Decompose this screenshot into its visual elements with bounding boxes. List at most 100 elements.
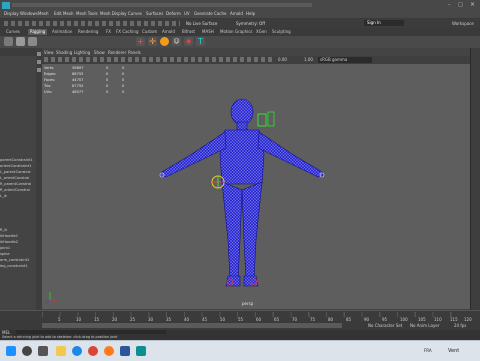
- tab-fx[interactable]: FX: [104, 29, 113, 35]
- outliner-item[interactable]: orientConstraint1: [0, 164, 32, 168]
- range-slider: No Character Set No Anim Layer 24 fps: [0, 322, 480, 330]
- anim-layer-dropdown[interactable]: No Anim Layer: [410, 323, 439, 328]
- status-line: No Live Surface Symmetry: Off Sign In Wo…: [0, 19, 480, 28]
- explorer-icon[interactable]: [56, 346, 66, 356]
- sign-in-dropdown[interactable]: Sign In: [364, 20, 404, 26]
- tab-mash[interactable]: MASH: [200, 29, 216, 35]
- outliner-item[interactable]: R_ik: [0, 228, 7, 232]
- taskview-icon[interactable]: [38, 346, 48, 356]
- symmetry-label[interactable]: Symmetry: Off: [236, 21, 265, 26]
- firefox-icon[interactable]: [104, 346, 114, 356]
- joint-tool-icon[interactable]: [4, 37, 13, 46]
- outliner-item[interactable]: arm_constraint1: [0, 258, 29, 262]
- menu-edit-mesh[interactable]: Edit Mesh: [54, 11, 74, 16]
- tab-arnold[interactable]: Arnold: [160, 29, 177, 35]
- menu-help[interactable]: Help: [246, 11, 255, 16]
- outliner-item[interactable]: L_parentConstrai: [0, 170, 31, 174]
- outliner-item[interactable]: ikHandle1: [0, 234, 18, 238]
- viewport-menu-show[interactable]: Show: [94, 50, 105, 55]
- channel-box-panel[interactable]: [470, 48, 480, 310]
- tab-rendering[interactable]: Rendering: [76, 29, 100, 35]
- windows-icon[interactable]: [6, 346, 16, 356]
- grid-axis-icon: [45, 292, 58, 305]
- outliner-item[interactable]: parentConstraint1: [0, 158, 33, 162]
- outliner-item[interactable]: spine: [0, 252, 10, 256]
- outliner-item[interactable]: joint1: [0, 246, 10, 250]
- outliner-item[interactable]: R_parentConstrai: [0, 182, 31, 186]
- menu-curves[interactable]: Curves: [128, 11, 142, 16]
- ik-spline-icon[interactable]: [28, 37, 37, 46]
- menu-surfaces[interactable]: Surfaces: [146, 11, 163, 16]
- command-input[interactable]: [16, 330, 166, 334]
- move-tool-icon[interactable]: [37, 60, 41, 64]
- menu-arnold[interactable]: Arnold: [230, 11, 243, 16]
- color-space-dropdown[interactable]: sRGB gamma: [318, 57, 372, 63]
- character-set-dropdown[interactable]: No Character Set: [368, 323, 402, 328]
- outliner-item[interactable]: L_ik: [0, 194, 7, 198]
- locator-icon[interactable]: +: [136, 37, 145, 46]
- skin-weights-icon[interactable]: ◉: [184, 37, 193, 46]
- bind-skin-icon[interactable]: ☺: [172, 37, 181, 46]
- viewport-menu-panels[interactable]: Panels: [128, 50, 141, 55]
- windows-taskbar: Vent FRA: [0, 340, 480, 361]
- tab-sculpting[interactable]: Sculpting: [270, 29, 293, 35]
- tab-curves[interactable]: Curves: [4, 29, 22, 35]
- edge-icon[interactable]: [72, 346, 82, 356]
- outliner-item[interactable]: ikHandle2: [0, 240, 18, 244]
- viewport-menu-lighting[interactable]: Lighting: [74, 50, 90, 55]
- viewport-menu-renderer[interactable]: Renderer: [108, 50, 126, 55]
- search-icon[interactable]: [22, 346, 32, 356]
- command-line: MEL Select a skinning joint to add to sk…: [0, 330, 480, 340]
- outliner-header: [0, 48, 36, 56]
- character-body: [159, 98, 325, 287]
- menu-display[interactable]: Display: [4, 11, 19, 16]
- menu-mesh[interactable]: Mesh: [38, 11, 49, 16]
- maya-logo-icon: [2, 2, 10, 9]
- main-menubar: – □ × Display Windows Mesh Edit Mesh Mes…: [0, 0, 480, 19]
- window-close-icon[interactable]: ×: [470, 1, 475, 8]
- menu-deform[interactable]: Deform: [166, 11, 181, 16]
- viewport-toolbar-icons[interactable]: [44, 57, 274, 62]
- camera-label: persp: [242, 301, 254, 306]
- workspace-label[interactable]: Workspace: [452, 21, 474, 26]
- no-live-surface-label[interactable]: No Live Surface: [186, 21, 217, 26]
- maya-icon[interactable]: [136, 346, 146, 356]
- tab-motion-graphics[interactable]: Motion Graphics: [218, 29, 255, 35]
- tab-custom[interactable]: Custom: [140, 29, 159, 35]
- menu-uv[interactable]: UV: [184, 11, 190, 16]
- menu-windows[interactable]: Windows: [20, 11, 38, 16]
- viewport-panel-menu: View Shading Lighting Show Renderer Pane…: [42, 48, 470, 56]
- ik-handle-icon[interactable]: [16, 37, 25, 46]
- hik-icon[interactable]: T: [196, 37, 205, 46]
- range-bar[interactable]: [42, 323, 342, 328]
- rotate-tool-icon[interactable]: [37, 68, 41, 72]
- word-icon[interactable]: [120, 346, 130, 356]
- character-mesh-wireframe[interactable]: [42, 64, 470, 309]
- tab-animation[interactable]: Animation: [50, 29, 74, 35]
- fps-dropdown[interactable]: 24 fps: [454, 323, 466, 328]
- weather-text[interactable]: Vent: [448, 348, 459, 354]
- cluster-icon[interactable]: ✛: [148, 37, 157, 46]
- tab-rigging[interactable]: Rigging: [28, 29, 48, 35]
- tab-fx-caching[interactable]: FX Caching: [114, 29, 140, 35]
- perspective-viewport[interactable]: Verts: 39697 0 0 Edges: 88755 0 0 Faces:…: [42, 64, 470, 309]
- gamma-field[interactable]: 1.00: [304, 57, 313, 62]
- chrome-icon[interactable]: [88, 346, 98, 356]
- viewport-menu-view[interactable]: View: [44, 50, 54, 55]
- outliner-item[interactable]: leg_constraint1: [0, 264, 28, 268]
- menu-mesh-tools[interactable]: Mesh Tools: [76, 11, 98, 16]
- menu-generate[interactable]: Generate: [194, 11, 213, 16]
- tab-bifrost[interactable]: Bifrost: [180, 29, 197, 35]
- window-minimize-icon[interactable]: –: [448, 2, 451, 8]
- select-tool-icon[interactable]: [37, 52, 41, 56]
- lattice-icon[interactable]: [160, 37, 169, 46]
- exposure-field[interactable]: 0.00: [278, 57, 287, 62]
- language-text[interactable]: FRA: [424, 348, 432, 353]
- outliner-item[interactable]: R_orientConstrai: [0, 188, 30, 192]
- menu-cache[interactable]: Cache: [214, 11, 226, 16]
- window-maximize-icon[interactable]: □: [458, 2, 463, 8]
- outliner-item[interactable]: L_orientConstrai: [0, 176, 29, 180]
- menu-mesh-display[interactable]: Mesh Display: [100, 11, 127, 16]
- viewport-menu-shading[interactable]: Shading: [56, 50, 72, 55]
- tab-xgen[interactable]: XGen: [254, 29, 269, 35]
